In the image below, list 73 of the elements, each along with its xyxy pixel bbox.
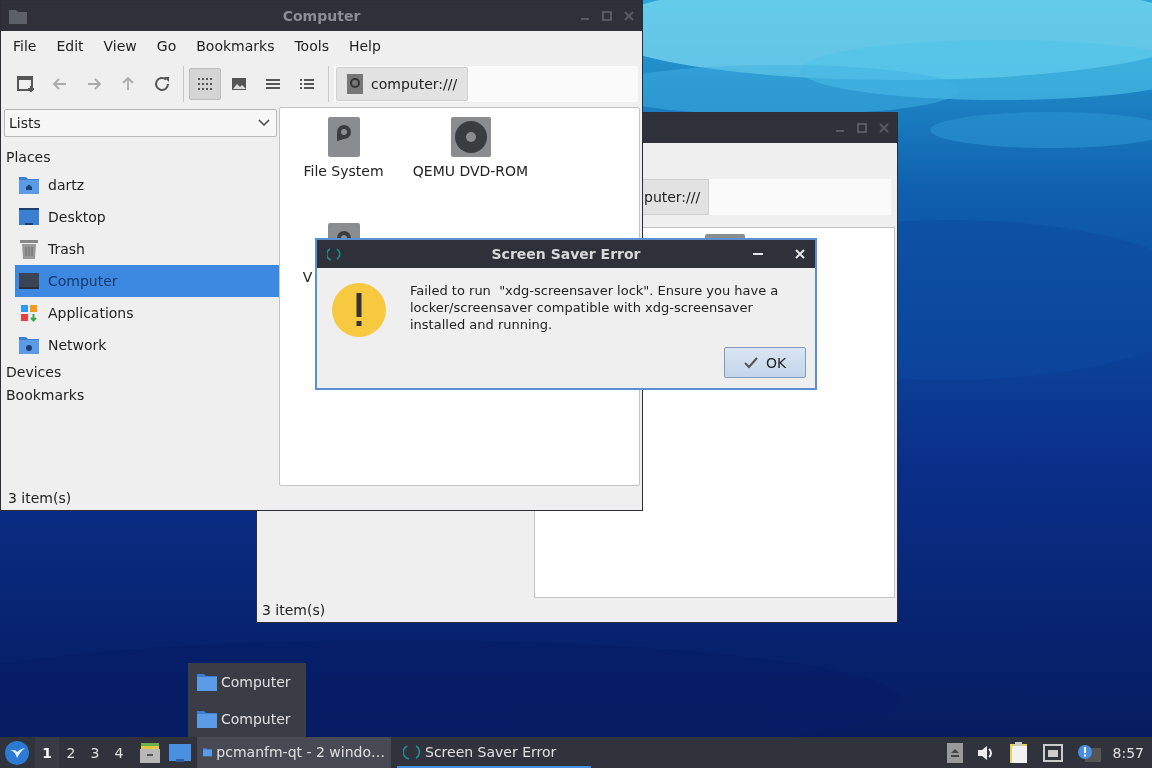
- apps-icon: [19, 303, 39, 323]
- window-title: Computer: [282, 8, 361, 24]
- monitor-icon: [19, 271, 39, 291]
- workspace-button[interactable]: 2: [59, 737, 83, 768]
- folder-icon: [197, 709, 217, 728]
- task-button[interactable]: pcmanfm-qt - 2 windo…: [197, 737, 391, 768]
- folder-icon: [9, 8, 27, 24]
- sidebar-item[interactable]: Desktop: [15, 201, 279, 233]
- list-icon: [299, 76, 315, 92]
- menu-item[interactable]: Bookmarks: [186, 38, 285, 54]
- status-text: 3 item(s): [262, 602, 326, 618]
- address-field[interactable]: computer:///: [334, 66, 638, 102]
- start-menu-icon[interactable]: [5, 740, 29, 765]
- drive-icon: [347, 74, 363, 94]
- desktop-icon[interactable]: [169, 742, 191, 763]
- menu-item[interactable]: View: [93, 38, 147, 54]
- warning-icon: [332, 283, 386, 337]
- file-cabinet-icon[interactable]: [139, 741, 161, 764]
- workspace-button[interactable]: 4: [107, 737, 131, 768]
- sidebar-item[interactable]: Trash: [15, 233, 279, 265]
- error-message: Failed to run "xdg-screensaver lock". Ensure you have a locker/screensaver compatible with xdg-screensaver installed and running.: [410, 282, 780, 333]
- status-text: 3 item(s): [8, 490, 72, 506]
- dialog-title: Screen Saver Error: [491, 246, 641, 262]
- address-field[interactable]: puter:///: [643, 179, 891, 215]
- sidebar-item[interactable]: dartz: [15, 169, 279, 201]
- section-header[interactable]: Places: [1, 146, 51, 169]
- sidebar-item[interactable]: Applications: [15, 297, 279, 329]
- ok-button[interactable]: OK: [724, 347, 806, 378]
- menu-item[interactable]: Help: [338, 38, 391, 54]
- menu-item[interactable]: Edit: [46, 38, 94, 54]
- up-arrow-icon: [120, 76, 136, 92]
- network-icon[interactable]: [1042, 743, 1063, 762]
- eject-icon[interactable]: [946, 742, 963, 763]
- network-folder-icon: [19, 335, 39, 355]
- grid-icon: [197, 76, 213, 92]
- path-button[interactable]: computer:///: [336, 67, 469, 101]
- workspace-button[interactable]: 3: [83, 737, 107, 768]
- drive-icon[interactable]: [327, 117, 360, 157]
- menu-item[interactable]: File: [3, 38, 47, 54]
- path-button[interactable]: puter:///: [643, 179, 710, 215]
- section-header[interactable]: Bookmarks: [1, 384, 85, 407]
- task-button[interactable]: Screen Saver Error: [397, 737, 591, 768]
- home-folder-icon: [19, 175, 39, 195]
- minimize-icon[interactable]: [753, 252, 763, 256]
- left-arrow-icon: [52, 76, 68, 92]
- notification-icon[interactable]: [1076, 743, 1101, 762]
- chevron-down-icon: [258, 119, 270, 127]
- clipboard-icon[interactable]: [1008, 741, 1029, 764]
- refresh-icon: [403, 742, 421, 761]
- volume-icon[interactable]: [976, 744, 995, 761]
- file-label[interactable]: QEMU DVD-ROM: [412, 163, 529, 179]
- desktop-icon: [19, 207, 39, 227]
- menu-item[interactable]: Go: [146, 38, 187, 54]
- file-label[interactable]: V: [302, 269, 313, 285]
- window-list-item[interactable]: Computer: [197, 672, 306, 691]
- trash-icon: [19, 239, 39, 259]
- reload-icon: [153, 75, 171, 93]
- sidebar-item[interactable]: Network: [15, 329, 279, 361]
- lines-icon: [265, 76, 281, 92]
- clock[interactable]: 8:57: [1112, 744, 1144, 761]
- window-list-item[interactable]: Computer: [197, 709, 306, 728]
- dropdown[interactable]: Lists: [4, 109, 277, 137]
- new-tab-icon: [17, 75, 35, 93]
- folder-icon: [197, 672, 217, 691]
- checkmark-icon: [743, 356, 758, 369]
- view-mode-button[interactable]: [189, 68, 221, 100]
- file-label[interactable]: File System: [303, 163, 384, 179]
- image-icon: [231, 76, 247, 92]
- section-header[interactable]: Devices: [1, 361, 62, 384]
- menu-item[interactable]: Tools: [284, 38, 339, 54]
- workspace-button[interactable]: 1: [35, 737, 59, 768]
- right-arrow-icon: [86, 76, 102, 92]
- refresh-icon: [327, 246, 341, 262]
